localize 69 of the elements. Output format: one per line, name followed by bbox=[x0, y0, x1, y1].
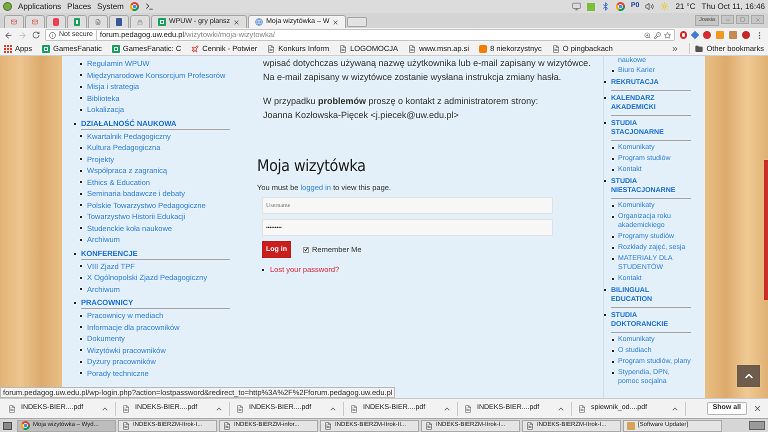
document-icon bbox=[122, 422, 130, 430]
close-icon[interactable] bbox=[233, 18, 240, 26]
key-icon[interactable] bbox=[654, 32, 661, 38]
document-icon bbox=[236, 404, 244, 412]
zoom-icon[interactable] bbox=[644, 32, 651, 38]
document-icon bbox=[578, 404, 586, 412]
more-bookmarks-icon[interactable] bbox=[671, 44, 680, 52]
mail-icon bbox=[32, 18, 38, 26]
spreadsheet-icon bbox=[74, 18, 80, 26]
document-icon bbox=[122, 404, 130, 412]
paragraph-line: Na e-mail zapisany w wizytówce zostanie wysłana instrukcja zmiany hasła. bbox=[263, 71, 562, 84]
bookmark-star-icon[interactable] bbox=[664, 32, 671, 38]
panel-menu[interactable]: Places bbox=[67, 0, 92, 12]
pocket-icon bbox=[53, 18, 59, 26]
document-icon bbox=[324, 422, 332, 430]
chrome-icon bbox=[616, 2, 625, 11]
folder-icon bbox=[695, 44, 704, 52]
globe-icon bbox=[255, 18, 264, 26]
reload-icon[interactable] bbox=[32, 31, 40, 39]
paragraph-line: Joanna Kozłowska-Pięcek <j.piecek@uw.edu.pl> bbox=[263, 109, 460, 122]
spreadsheet-icon bbox=[158, 18, 166, 26]
document-icon bbox=[8, 404, 16, 412]
browser-tab[interactable] bbox=[109, 15, 129, 28]
show-desktop-icon[interactable] bbox=[3, 422, 12, 430]
plane-icon bbox=[191, 44, 200, 52]
panel-menu[interactable]: Applications bbox=[18, 0, 62, 12]
browser-tab[interactable] bbox=[67, 15, 87, 28]
volume-icon[interactable] bbox=[645, 2, 654, 11]
monitor-icon[interactable] bbox=[572, 2, 581, 11]
mail-icon bbox=[11, 18, 17, 26]
close-icon[interactable] bbox=[753, 404, 762, 413]
spreadsheet-icon bbox=[112, 44, 120, 52]
spreadsheet-icon bbox=[42, 44, 50, 52]
bluetooth-icon[interactable] bbox=[600, 2, 610, 11]
ship-icon bbox=[137, 18, 143, 26]
remember-checkbox[interactable] bbox=[303, 246, 309, 253]
opera-icon[interactable] bbox=[680, 31, 687, 39]
document-icon bbox=[350, 404, 358, 412]
back-icon[interactable] bbox=[4, 30, 13, 40]
updater-icon bbox=[627, 422, 635, 430]
terminal-icon[interactable] bbox=[144, 2, 154, 11]
document-icon bbox=[267, 44, 276, 52]
apps-grid-icon bbox=[4, 44, 12, 52]
page-heading: Moja wizytówka bbox=[257, 156, 366, 176]
close-icon[interactable] bbox=[332, 18, 340, 26]
document-icon bbox=[464, 404, 472, 412]
paragraph-line: W przypadku problemów proszę o kontakt z administratorem strony: bbox=[263, 95, 540, 108]
close-icon bbox=[754, 16, 760, 23]
minimize-icon bbox=[724, 16, 730, 23]
mint-logo-icon[interactable] bbox=[3, 2, 12, 11]
close-button[interactable] bbox=[751, 15, 764, 24]
document-icon bbox=[408, 44, 416, 52]
scroll-to-top-button[interactable] bbox=[737, 365, 760, 387]
weather-temperature[interactable]: 21 °C bbox=[675, 0, 696, 12]
panel-menu[interactable]: System bbox=[97, 0, 124, 12]
chrome-icon bbox=[21, 421, 30, 430]
clock[interactable]: Thu Oct 11, 16:46 bbox=[702, 0, 765, 12]
paragraph-line: wpisać dotychczas używaną nazwę użytkownika lub e-mail zapisany w wizytówce. bbox=[263, 57, 592, 70]
document-icon bbox=[526, 422, 534, 430]
document-icon bbox=[339, 44, 348, 52]
info-icon[interactable] bbox=[49, 32, 56, 38]
maximize-icon bbox=[740, 17, 745, 22]
document-icon bbox=[425, 422, 433, 430]
document-icon bbox=[95, 18, 101, 26]
blogger-icon bbox=[479, 44, 488, 52]
chrome-icon bbox=[130, 2, 139, 11]
facebook-icon bbox=[116, 18, 122, 26]
document-icon bbox=[552, 44, 560, 52]
document-icon bbox=[223, 422, 231, 430]
